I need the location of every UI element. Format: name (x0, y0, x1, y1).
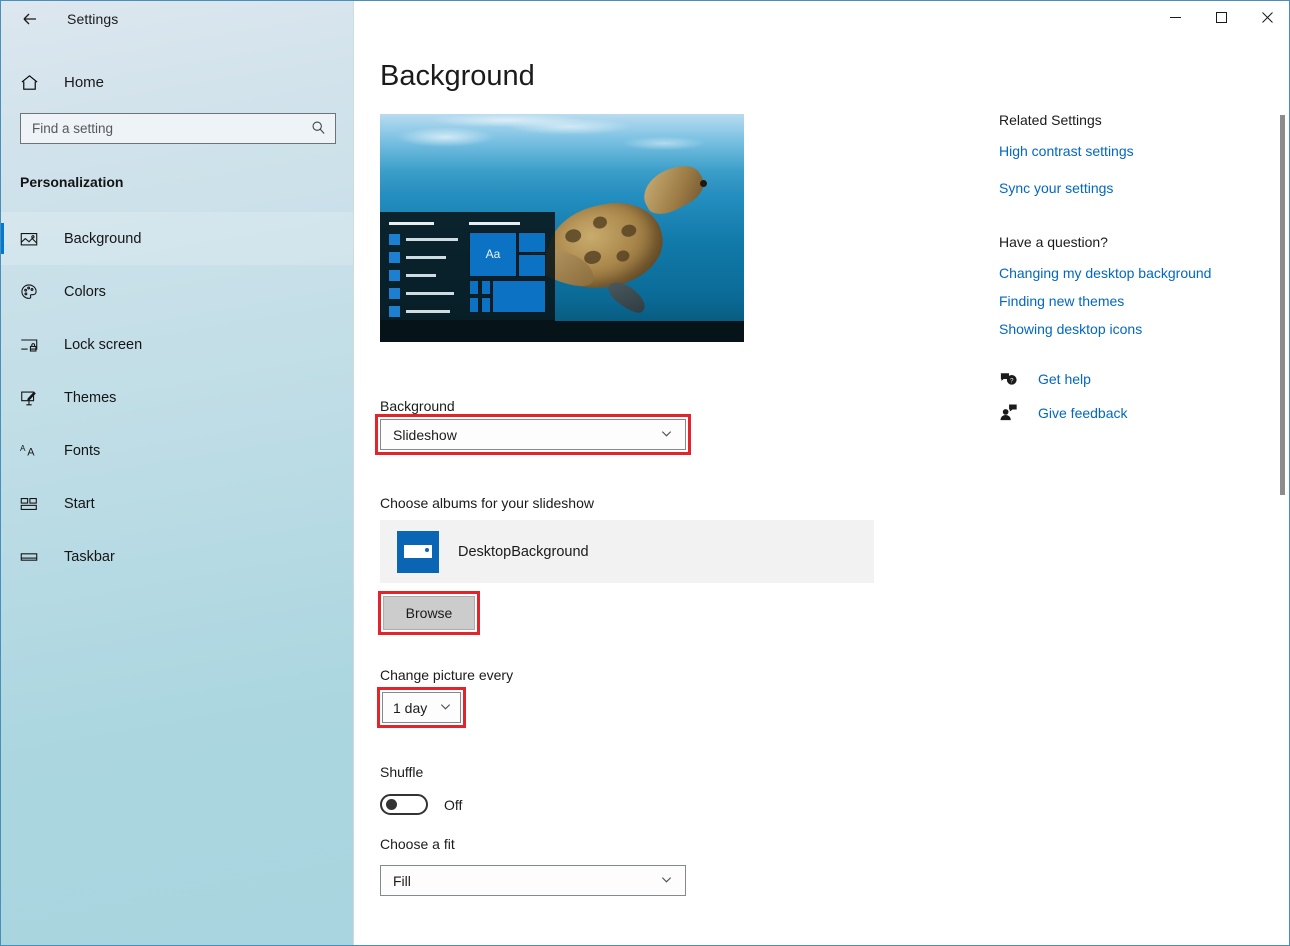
page-title: Background (380, 60, 535, 93)
sidebar-item-themes[interactable]: Themes (1, 371, 353, 424)
toggle-knob (386, 799, 397, 810)
preview-start-menu: Aa (380, 212, 555, 331)
main-content: Background (354, 37, 1290, 946)
get-help-icon: ? (999, 369, 1025, 388)
give-feedback-row[interactable]: Give feedback (999, 403, 1279, 422)
desktop-preview: Aa (380, 114, 744, 342)
fit-select[interactable]: Fill (380, 865, 686, 896)
interval-label: Change picture every (380, 667, 513, 683)
sidebar-nav: Background Colors (1, 212, 353, 583)
related-settings-panel: Related Settings High contrast settings … (999, 112, 1279, 422)
taskbar-icon (19, 547, 47, 567)
fonts-aa-icon: A A (19, 441, 47, 461)
sidebar-item-label: Background (64, 231, 141, 247)
sidebar-item-fonts[interactable]: A A Fonts (1, 424, 353, 477)
themes-brush-icon (19, 388, 47, 408)
sidebar-item-label: Colors (64, 284, 106, 300)
picture-icon (19, 229, 47, 249)
sidebar-section-title: Personalization (20, 174, 353, 190)
have-a-question-heading: Have a question? (999, 234, 1279, 250)
titlebar-left: Settings (1, 1, 353, 37)
get-help-label: Get help (1038, 371, 1091, 387)
minimize-button[interactable] (1152, 1, 1198, 33)
search-icon[interactable] (311, 120, 326, 140)
sidebar-item-start[interactable]: Start (1, 477, 353, 530)
settings-window: Settings Home Personalization (0, 0, 1290, 946)
give-feedback-label: Give feedback (1038, 405, 1128, 421)
sidebar-item-label: Lock screen (64, 337, 142, 353)
background-select[interactable]: Slideshow (380, 419, 686, 450)
sidebar-item-home[interactable]: Home (1, 59, 353, 105)
sidebar-item-colors[interactable]: Colors (1, 265, 353, 318)
link-sync-your-settings[interactable]: Sync your settings (999, 180, 1279, 196)
chevron-down-icon (660, 427, 673, 443)
background-select-value: Slideshow (393, 427, 457, 443)
fit-select-value: Fill (393, 873, 411, 889)
window-controls (354, 1, 1290, 37)
link-finding-new-themes[interactable]: Finding new themes (999, 293, 1279, 309)
albums-label: Choose albums for your slideshow (380, 495, 594, 511)
related-settings-heading: Related Settings (999, 112, 1279, 128)
shuffle-label: Shuffle (380, 764, 423, 780)
lock-screen-icon (19, 335, 47, 355)
link-changing-my-desktop-background[interactable]: Changing my desktop background (999, 265, 1279, 281)
close-button[interactable] (1244, 1, 1290, 33)
interval-select-value: 1 day (393, 700, 427, 716)
album-folder-icon (397, 531, 439, 573)
sidebar-item-label: Fonts (64, 443, 100, 459)
background-label: Background (380, 398, 455, 414)
sidebar-item-label: Start (64, 496, 95, 512)
preview-desktop-taskbar (380, 321, 744, 342)
svg-text:A: A (27, 446, 35, 458)
shuffle-state: Off (444, 797, 462, 813)
chevron-down-icon (439, 700, 452, 716)
get-help-row[interactable]: ? Get help (999, 369, 1279, 388)
chevron-down-icon (660, 873, 673, 889)
maximize-button[interactable] (1198, 1, 1244, 33)
palette-icon (19, 282, 47, 302)
back-arrow-icon[interactable] (15, 4, 45, 34)
preview-tiles: Aa (469, 222, 546, 324)
sidebar-item-lock-screen[interactable]: Lock screen (1, 318, 353, 371)
sidebar-item-taskbar[interactable]: Taskbar (1, 530, 353, 583)
album-name: DesktopBackground (458, 544, 589, 560)
sidebar-home-label: Home (64, 74, 104, 91)
scrollbar-thumb[interactable] (1280, 115, 1285, 495)
interval-select[interactable]: 1 day (382, 692, 461, 723)
link-showing-desktop-icons[interactable]: Showing desktop icons (999, 321, 1279, 337)
preview-tile-label: Aa (470, 233, 516, 277)
fit-label: Choose a fit (380, 836, 455, 852)
sidebar-item-background[interactable]: Background (1, 212, 353, 265)
vertical-scrollbar[interactable] (1275, 37, 1289, 946)
sidebar: Settings Home Personalization (1, 1, 354, 946)
browse-button[interactable]: Browse (383, 596, 475, 630)
home-icon (19, 72, 49, 93)
search-box[interactable] (20, 113, 336, 144)
link-high-contrast-settings[interactable]: High contrast settings (999, 143, 1279, 159)
start-tiles-icon (19, 494, 47, 514)
svg-text:A: A (20, 444, 26, 453)
svg-text:?: ? (1010, 378, 1014, 385)
sidebar-item-label: Themes (64, 390, 116, 406)
sidebar-item-label: Taskbar (64, 549, 115, 565)
window-title: Settings (67, 11, 118, 27)
search-input[interactable] (21, 121, 335, 136)
shuffle-toggle[interactable] (380, 794, 428, 815)
album-list-item[interactable]: DesktopBackground (380, 520, 874, 583)
give-feedback-icon (999, 403, 1025, 422)
